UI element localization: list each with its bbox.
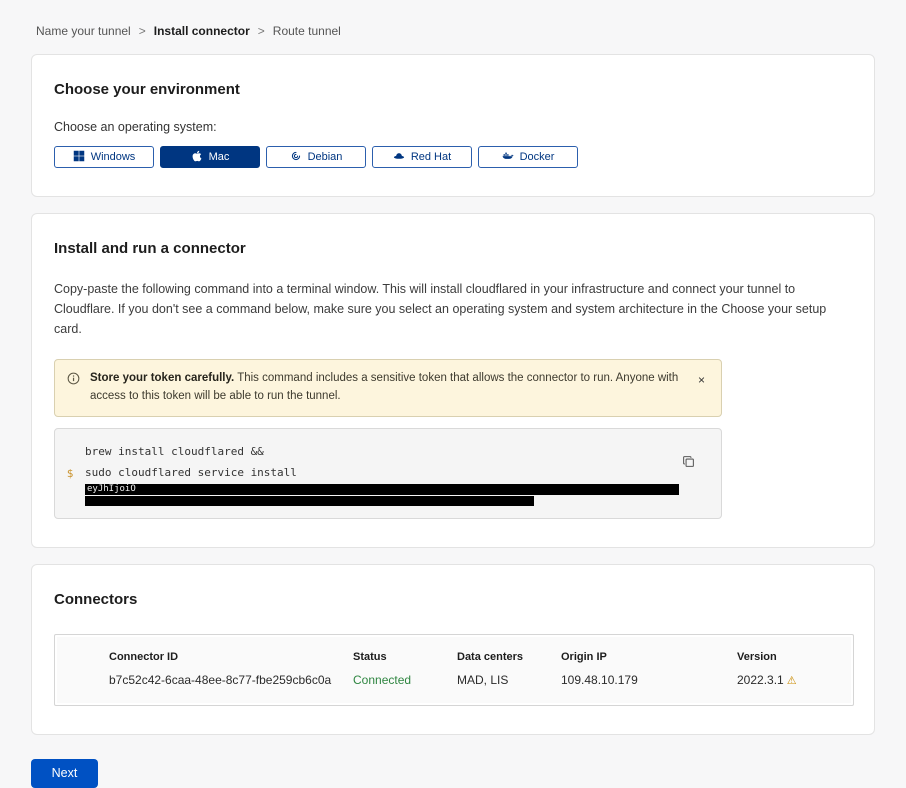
version-value: 2022.3.1 [737,673,784,687]
status-badge: Connected [353,673,457,687]
command-line-2: sudo cloudflared service install [85,462,707,483]
os-button-label: Red Hat [411,151,451,163]
cell-connector-id: b7c52c42-6caa-48ee-8c77-fbe259cb6c0a [109,673,353,687]
redacted-token-bar: eyJhIjoiO [85,484,679,495]
install-command-block: $ brew install cloudflared && sudo cloud… [54,428,722,519]
token-warning-banner: Store your token carefully. This command… [54,359,722,417]
next-button[interactable]: Next [31,759,98,788]
table-header-row: Connector ID Status Data centers Origin … [109,651,851,673]
column-header-data-centers: Data centers [457,651,561,673]
os-select-label: Choose an operating system: [54,120,852,134]
os-button-mac[interactable]: Mac [160,146,260,168]
os-button-docker[interactable]: Docker [478,146,578,168]
breadcrumb-separator: > [139,24,146,38]
install-connector-card: Install and run a connector Copy-paste t… [31,213,875,548]
os-button-row: Windows Mac Debian Red Hat Docker [54,146,852,168]
os-button-label: Debian [308,151,343,163]
column-header-origin-ip: Origin IP [561,651,737,673]
copy-icon[interactable] [682,455,695,468]
token-warning-text: Store your token carefully. This command… [90,370,684,406]
docker-icon [502,150,514,165]
redacted-token-bar [85,496,534,506]
os-button-label: Mac [209,151,230,163]
os-button-label: Docker [520,151,555,163]
os-button-label: Windows [91,151,136,163]
column-header-status: Status [353,651,457,673]
cell-origin-ip: 109.48.10.179 [561,673,737,687]
token-warning-bold: Store your token carefully. [90,372,234,384]
os-button-redhat[interactable]: Red Hat [372,146,472,168]
connectors-table: Connector ID Status Data centers Origin … [54,634,854,706]
shell-prompt: $ [55,441,85,506]
install-description: Copy-paste the following command into a … [54,279,852,339]
token-prefix: eyJhIjoiO [87,484,136,494]
column-header-connector-id: Connector ID [109,651,353,673]
debian-icon [290,150,302,165]
apple-icon [191,150,203,165]
cell-data-centers: MAD, LIS [457,673,561,687]
breadcrumb-step-route-tunnel[interactable]: Route tunnel [273,24,341,38]
table-row: b7c52c42-6caa-48ee-8c77-fbe259cb6c0a Con… [109,673,851,687]
environment-card: Choose your environment Choose an operat… [31,54,875,197]
info-circle-icon [67,372,80,385]
command-line-1: brew install cloudflared && [85,441,707,462]
close-icon[interactable]: × [694,372,709,388]
breadcrumb-step-name-your-tunnel[interactable]: Name your tunnel [36,24,131,38]
cell-version: 2022.3.1⚠ [737,673,851,687]
install-card-title: Install and run a connector [54,240,852,257]
install-command-lines: brew install cloudflared && sudo cloudfl… [85,441,707,506]
environment-card-title: Choose your environment [54,81,852,98]
warning-triangle-icon: ⚠ [787,675,797,687]
breadcrumb-separator: > [258,24,265,38]
connectors-card: Connectors Connector ID Status Data cent… [31,564,875,735]
redhat-icon [393,150,405,165]
connectors-card-title: Connectors [54,591,852,608]
os-button-windows[interactable]: Windows [54,146,154,168]
column-header-version: Version [737,651,851,673]
windows-icon [73,150,85,165]
connectors-table-body: Connector ID Status Data centers Origin … [57,637,851,703]
breadcrumb: Name your tunnel > Install connector > R… [0,0,906,38]
breadcrumb-step-install-connector[interactable]: Install connector [154,24,250,38]
os-button-debian[interactable]: Debian [266,146,366,168]
